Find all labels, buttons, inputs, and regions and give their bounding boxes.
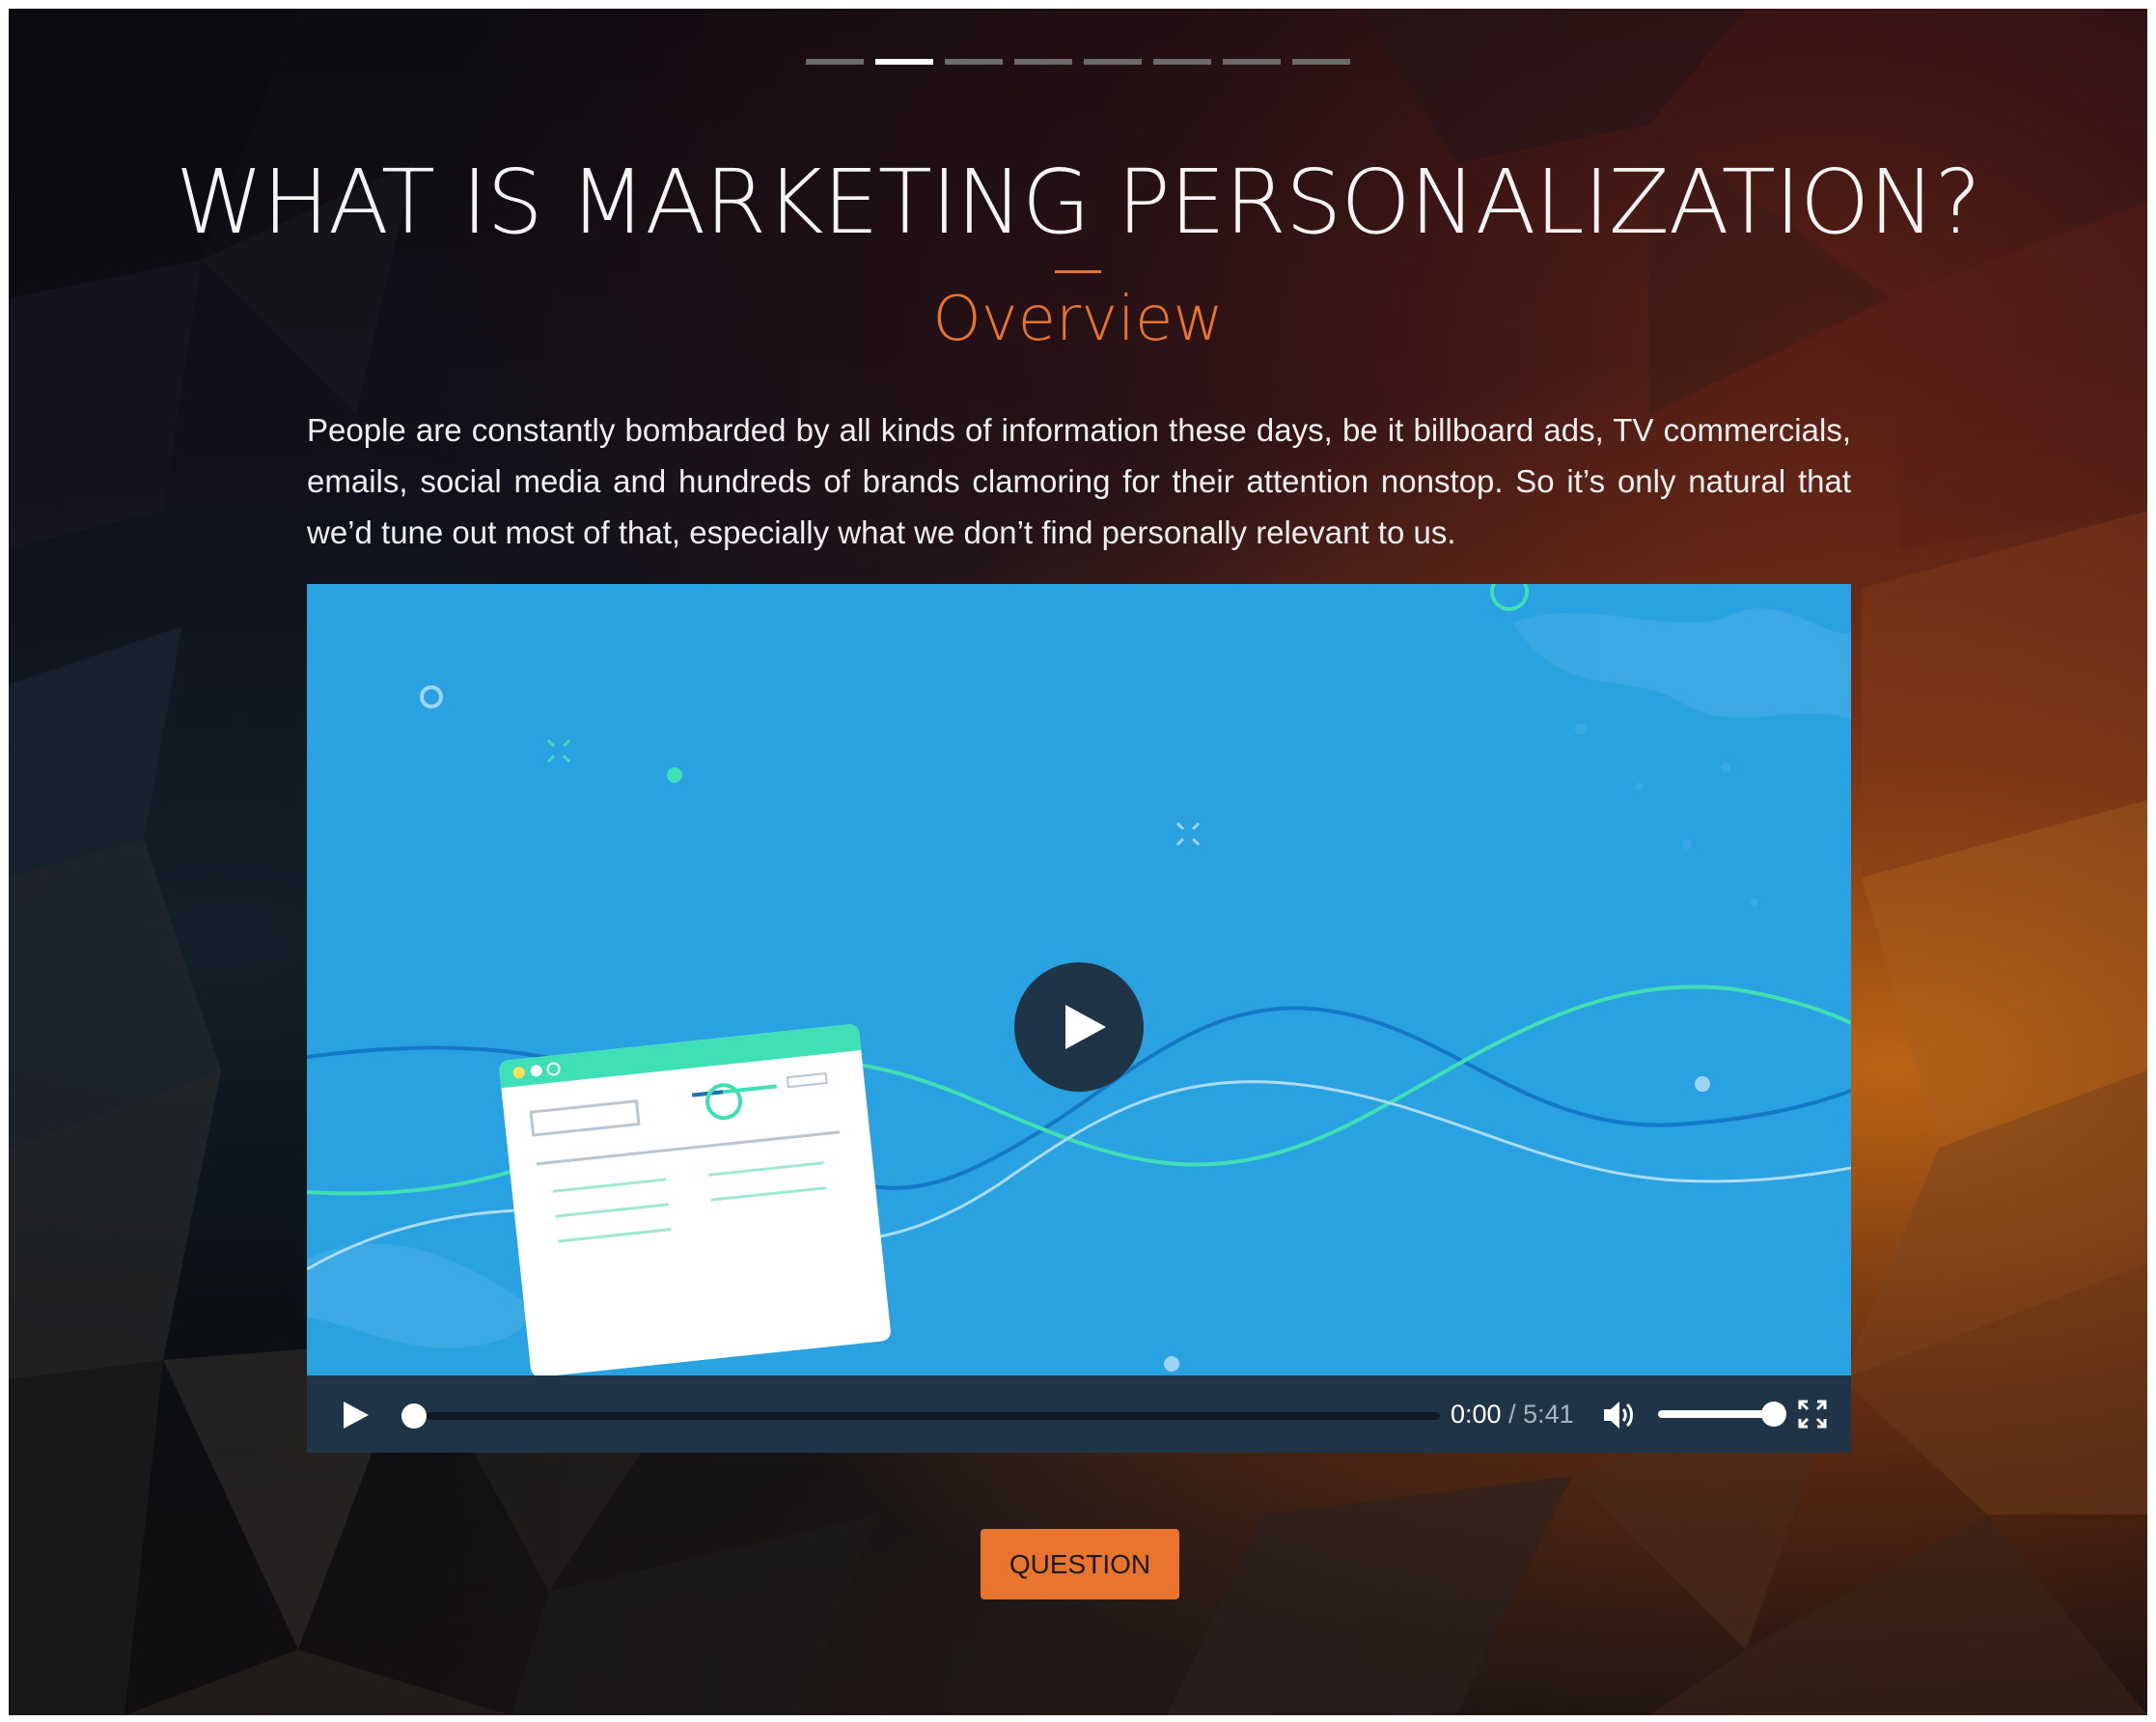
seek-thumb[interactable] xyxy=(401,1403,427,1429)
progress-step-3[interactable] xyxy=(945,59,1003,65)
slide-progress xyxy=(9,59,2147,65)
volume-slider[interactable] xyxy=(1658,1402,1786,1427)
page-title: WHAT IS MARKETING PERSONALIZATION? xyxy=(175,151,1981,254)
fullscreen-icon xyxy=(1798,1400,1827,1429)
play-button[interactable] xyxy=(342,1401,371,1430)
mute-button[interactable] xyxy=(1602,1399,1637,1431)
volume-thumb[interactable] xyxy=(1761,1402,1786,1427)
volume-slider-fill xyxy=(1658,1410,1774,1418)
time-separator: / xyxy=(1501,1400,1524,1429)
play-icon xyxy=(344,1402,369,1429)
slide-stage: WHAT IS MARKETING PERSONALIZATION? Overv… xyxy=(9,9,2147,1715)
title-divider xyxy=(1055,270,1101,273)
play-icon xyxy=(1065,1005,1106,1049)
seek-bar[interactable] xyxy=(401,1403,1440,1429)
video-control-bar: 0:00 / 5:41 xyxy=(307,1375,1851,1453)
big-play-button[interactable] xyxy=(1014,962,1144,1092)
current-time: 0:00 xyxy=(1451,1400,1502,1429)
progress-step-1[interactable] xyxy=(806,59,864,65)
speaker-icon xyxy=(1604,1402,1633,1429)
fullscreen-button[interactable] xyxy=(1797,1399,1828,1430)
progress-step-7[interactable] xyxy=(1223,59,1281,65)
progress-step-8[interactable] xyxy=(1292,59,1350,65)
progress-step-6[interactable] xyxy=(1153,59,1211,65)
progress-step-4[interactable] xyxy=(1014,59,1072,65)
intro-paragraph: People are constantly bombarded by all k… xyxy=(307,412,1851,550)
progress-step-5[interactable] xyxy=(1084,59,1142,65)
time-display: 0:00 / 5:41 xyxy=(1451,1397,1574,1431)
section-subtitle: Overview xyxy=(932,284,1224,355)
progress-step-2[interactable] xyxy=(875,59,933,65)
duration: 5:41 xyxy=(1523,1400,1574,1429)
video-player[interactable]: 0:00 / 5:41 xyxy=(307,584,1851,1453)
question-button[interactable]: QUESTION xyxy=(981,1529,1179,1599)
